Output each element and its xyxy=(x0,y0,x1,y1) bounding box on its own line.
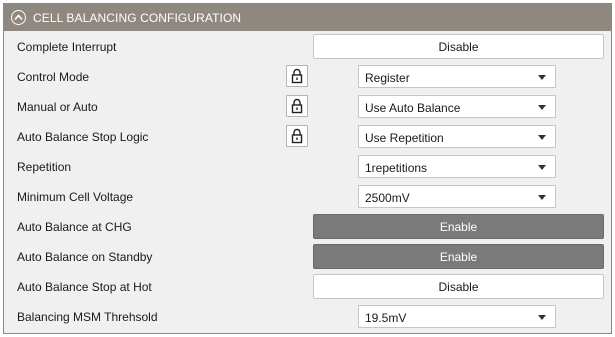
complete-interrupt-button[interactable]: Disable xyxy=(313,34,604,59)
chevron-down-icon xyxy=(538,195,546,200)
auto-balance-on-standby-button[interactable]: Enable xyxy=(313,244,604,269)
manual-or-auto-label: Manual or Auto xyxy=(17,100,98,114)
row-auto-balance-stop-logic: Auto Balance Stop Logic Use Repetition xyxy=(4,122,611,152)
row-minimum-cell-voltage: Minimum Cell Voltage 2500mV xyxy=(4,182,611,212)
minimum-cell-voltage-select[interactable]: 2500mV xyxy=(358,185,556,208)
balancing-msm-threshold-value: 19.5mV xyxy=(365,311,407,325)
control-mode-select[interactable]: Register xyxy=(358,65,556,88)
collapse-icon[interactable] xyxy=(11,10,26,25)
row-complete-interrupt: Complete Interrupt Disable xyxy=(4,32,611,62)
panel-header[interactable]: CELL BALANCING CONFIGURATION xyxy=(4,4,611,31)
panel-title: CELL BALANCING CONFIGURATION xyxy=(33,11,242,25)
auto-balance-stop-at-hot-label: Auto Balance Stop at Hot xyxy=(17,280,152,294)
repetition-value: 1repetitions xyxy=(365,161,428,175)
auto-balance-stop-logic-lock-icon[interactable] xyxy=(286,125,308,147)
repetition-select[interactable]: 1repetitions xyxy=(358,155,556,178)
row-auto-balance-stop-at-hot: Auto Balance Stop at Hot Disable xyxy=(4,272,611,302)
balancing-msm-threshold-label: Balancing MSM Threhsold xyxy=(17,310,158,324)
cell-balancing-panel: CELL BALANCING CONFIGURATION Complete In… xyxy=(3,3,612,334)
chevron-down-icon xyxy=(538,135,546,140)
auto-balance-on-standby-label: Auto Balance on Standby xyxy=(17,250,153,264)
manual-or-auto-select[interactable]: Use Auto Balance xyxy=(358,95,556,118)
auto-balance-stop-logic-value: Use Repetition xyxy=(365,131,444,145)
chevron-down-icon xyxy=(538,165,546,170)
row-auto-balance-on-standby: Auto Balance on Standby Enable xyxy=(4,242,611,272)
auto-balance-at-chg-button[interactable]: Enable xyxy=(313,214,604,239)
row-control-mode: Control Mode Register xyxy=(4,62,611,92)
complete-interrupt-label: Complete Interrupt xyxy=(17,40,117,54)
minimum-cell-voltage-label: Minimum Cell Voltage xyxy=(17,190,134,204)
row-balancing-msm-threshold: Balancing MSM Threhsold 19.5mV xyxy=(4,302,611,332)
chevron-down-icon xyxy=(538,315,546,320)
control-mode-lock-icon[interactable] xyxy=(286,65,308,87)
minimum-cell-voltage-value: 2500mV xyxy=(365,191,410,205)
balancing-msm-threshold-select[interactable]: 19.5mV xyxy=(358,305,556,328)
repetition-label: Repetition xyxy=(17,160,72,174)
row-repetition: Repetition 1repetitions xyxy=(4,152,611,182)
auto-balance-stop-logic-label: Auto Balance Stop Logic xyxy=(17,130,149,144)
auto-balance-stop-logic-select[interactable]: Use Repetition xyxy=(358,125,556,148)
manual-or-auto-lock-icon[interactable] xyxy=(286,95,308,117)
auto-balance-at-chg-label: Auto Balance at CHG xyxy=(17,220,132,234)
control-mode-label: Control Mode xyxy=(17,70,90,84)
row-auto-balance-at-chg: Auto Balance at CHG Enable xyxy=(4,212,611,242)
chevron-down-icon xyxy=(538,75,546,80)
control-mode-value: Register xyxy=(365,71,410,85)
row-manual-or-auto: Manual or Auto Use Auto Balance xyxy=(4,92,611,122)
auto-balance-stop-at-hot-button[interactable]: Disable xyxy=(313,274,604,299)
chevron-down-icon xyxy=(538,105,546,110)
manual-or-auto-value: Use Auto Balance xyxy=(365,101,461,115)
